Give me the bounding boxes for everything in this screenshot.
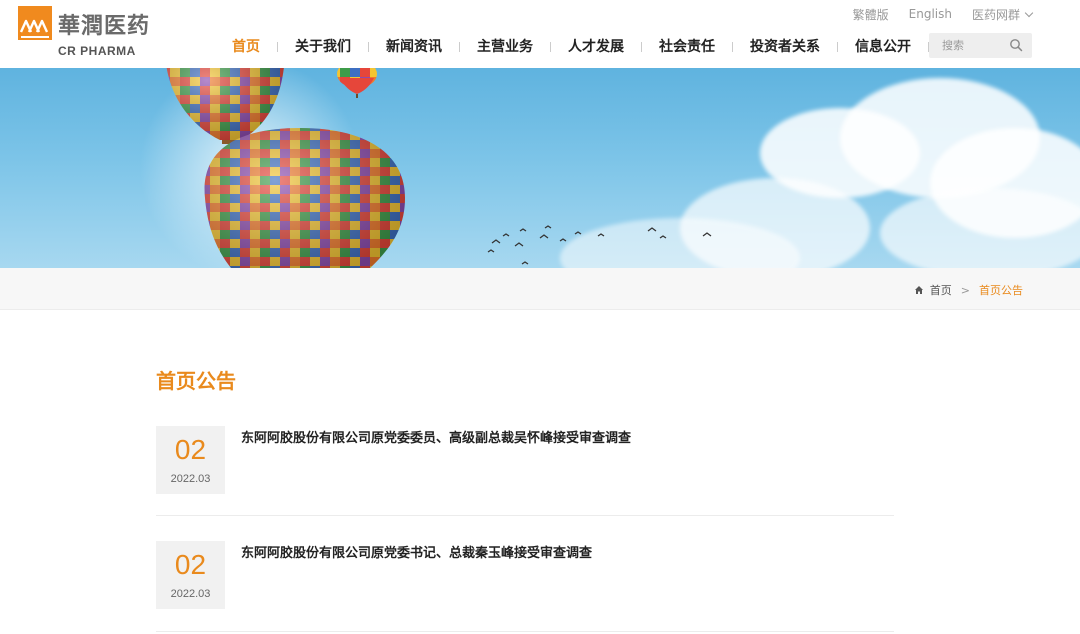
main-nav: 首页 关于我们 新闻资讯 主营业务 人才发展 社会责任 投资者关系 信息公开 [215,36,929,58]
news-title-link[interactable]: 东阿阿胶股份有限公司原党委书记、总裁秦玉峰接受审查调查 [241,542,592,561]
breadcrumb-separator: > [960,283,970,297]
date-day: 02 [174,434,207,465]
site-header: 華潤医药 CR PHARMA 繁體版 English 医药网群 首页 关于我们 … [0,0,1080,68]
search-icon[interactable] [1009,38,1023,52]
news-title-link[interactable]: 东阿阿胶股份有限公司原党委委员、高级副总裁吴怀峰接受审查调查 [241,427,631,446]
logo[interactable]: 華潤医药 CR PHARMA [18,6,149,62]
english-link[interactable]: English [909,7,952,21]
breadcrumb-current: 首页公告 [979,284,1023,297]
breadcrumb-bar: 首页 > 首页公告 [0,268,1080,310]
page-title: 首页公告 [156,369,236,393]
nav-item-home[interactable]: 首页 [215,36,277,58]
nav-item-investors[interactable]: 投资者关系 [733,36,837,58]
breadcrumb-home-link[interactable]: 首页 [930,282,952,298]
nav-item-disclosure[interactable]: 信息公开 [838,36,928,58]
date-badge: 02 2022.03 [156,426,225,494]
traditional-chinese-link[interactable]: 繁體版 [853,6,889,23]
list-item[interactable]: 02 2022.03 东阿阿胶股份有限公司原党委委员、高级副总裁吴怀峰接受审查调… [156,426,894,516]
top-utility-bar: 繁體版 English 医药网群 [833,6,1034,23]
home-icon [914,286,923,294]
network-dropdown-label: 医药网群 [971,7,1020,22]
network-dropdown[interactable]: 医药网群 [971,6,1034,23]
search-input[interactable] [929,33,1009,58]
nav-item-csr[interactable]: 社会责任 [642,36,732,58]
nav-item-business[interactable]: 主营业务 [460,36,550,58]
nav-item-news[interactable]: 新闻资讯 [369,36,459,58]
logo-mark-icon [18,6,52,40]
date-year-month: 2022.03 [170,588,211,600]
hot-air-balloons-illustration [166,68,712,268]
list-item[interactable]: 02 2022.03 东阿阿胶股份有限公司原党委书记、总裁秦玉峰接受审查调查 [156,516,894,632]
news-list: 02 2022.03 东阿阿胶股份有限公司原党委委员、高级副总裁吴怀峰接受审查调… [156,426,894,632]
date-badge: 02 2022.03 [156,541,225,609]
breadcrumb: 首页 > 首页公告 [914,282,1023,298]
chevron-down-icon [1024,8,1034,17]
search-box [929,33,1032,58]
logo-text-cn: 華潤医药 [58,13,151,39]
nav-item-about[interactable]: 关于我们 [278,36,368,58]
hero-banner [0,68,1080,268]
date-year-month: 2022.03 [170,473,211,485]
nav-item-talent[interactable]: 人才发展 [551,36,641,58]
date-day: 02 [174,549,207,580]
logo-text-en: CR PHARMA [58,44,136,58]
